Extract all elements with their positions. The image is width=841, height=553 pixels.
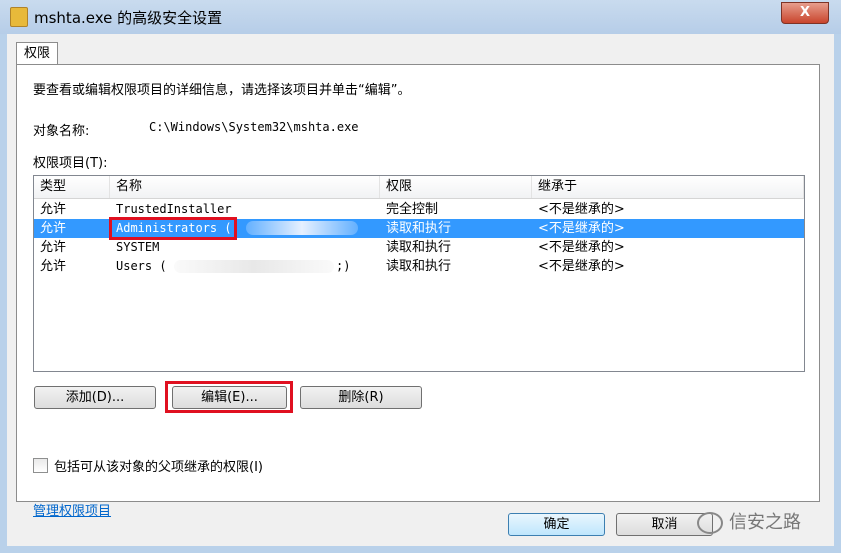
- watermark: 信安之路: [697, 505, 827, 541]
- wechat-icon: [697, 512, 723, 534]
- permission-entries-label: 权限项目(T):: [33, 156, 108, 171]
- row-inherited: <不是继承的>: [538, 221, 625, 236]
- close-button[interactable]: X: [781, 2, 829, 24]
- row-permission: 读取和执行: [386, 240, 452, 255]
- object-name-value: C:\Windows\System32\mshta.exe: [149, 120, 359, 134]
- tab-permissions[interactable]: 权限: [16, 42, 58, 65]
- delete-button[interactable]: 删除(R): [300, 386, 422, 409]
- inherit-checkbox-label[interactable]: 包括可从该对象的父项继承的权限(I): [54, 456, 263, 475]
- row-name: SYSTEM: [116, 240, 160, 254]
- folder-icon: [10, 7, 28, 27]
- window-title: mshta.exe 的高级安全设置: [34, 9, 223, 27]
- row-type: 允许: [40, 221, 67, 236]
- manage-permissions-link[interactable]: 管理权限项目: [33, 500, 111, 519]
- edit-highlight-box: [165, 381, 293, 413]
- row-permission: 完全控制: [386, 202, 439, 217]
- column-permission[interactable]: 权限: [380, 176, 532, 198]
- row-name: Users (: [116, 259, 167, 273]
- column-inherited[interactable]: 继承于: [532, 176, 804, 198]
- row-permission: 读取和执行: [386, 259, 452, 274]
- add-button[interactable]: 添加(D)...: [34, 386, 156, 409]
- row-inherited: <不是继承的>: [538, 240, 625, 255]
- row-inherited: <不是继承的>: [538, 259, 625, 274]
- redacted-region: [174, 260, 334, 273]
- description-text: 要查看或编辑权限项目的详细信息，请选择该项目并单击“编辑”。: [33, 83, 411, 98]
- object-name-label: 对象名称:: [33, 124, 90, 139]
- ok-button[interactable]: 确定: [508, 513, 605, 536]
- table-row[interactable]: 允许 Users ( ;) 读取和执行 <不是继承的>: [34, 257, 804, 276]
- column-name[interactable]: 名称: [110, 176, 380, 198]
- title-bar: mshta.exe 的高级安全设置 X: [0, 0, 841, 34]
- row-type: 允许: [40, 202, 67, 217]
- row-inherited: <不是继承的>: [538, 202, 625, 217]
- highlight-box: [109, 217, 237, 240]
- inherit-checkbox[interactable]: [33, 458, 48, 473]
- permissions-panel: 要查看或编辑权限项目的详细信息，请选择该项目并单击“编辑”。 对象名称: C:\…: [16, 64, 820, 519]
- list-header: 类型 名称 权限 继承于: [34, 176, 804, 199]
- permission-entries-list[interactable]: 类型 名称 权限 继承于 允许 TrustedInstaller 完全控制 <不…: [33, 175, 805, 372]
- table-row[interactable]: 允许 SYSTEM 读取和执行 <不是继承的>: [34, 238, 804, 257]
- row-type: 允许: [40, 259, 67, 274]
- dialog-body: 权限 要查看或编辑权限项目的详细信息，请选择该项目并单击“编辑”。 对象名称: …: [7, 34, 834, 546]
- row-type: 允许: [40, 240, 67, 255]
- watermark-text: 信安之路: [729, 512, 801, 533]
- row-permission: 读取和执行: [386, 221, 452, 236]
- row-name-suffix: ;): [336, 259, 351, 273]
- redacted-region: [246, 221, 358, 235]
- column-type[interactable]: 类型: [34, 176, 110, 198]
